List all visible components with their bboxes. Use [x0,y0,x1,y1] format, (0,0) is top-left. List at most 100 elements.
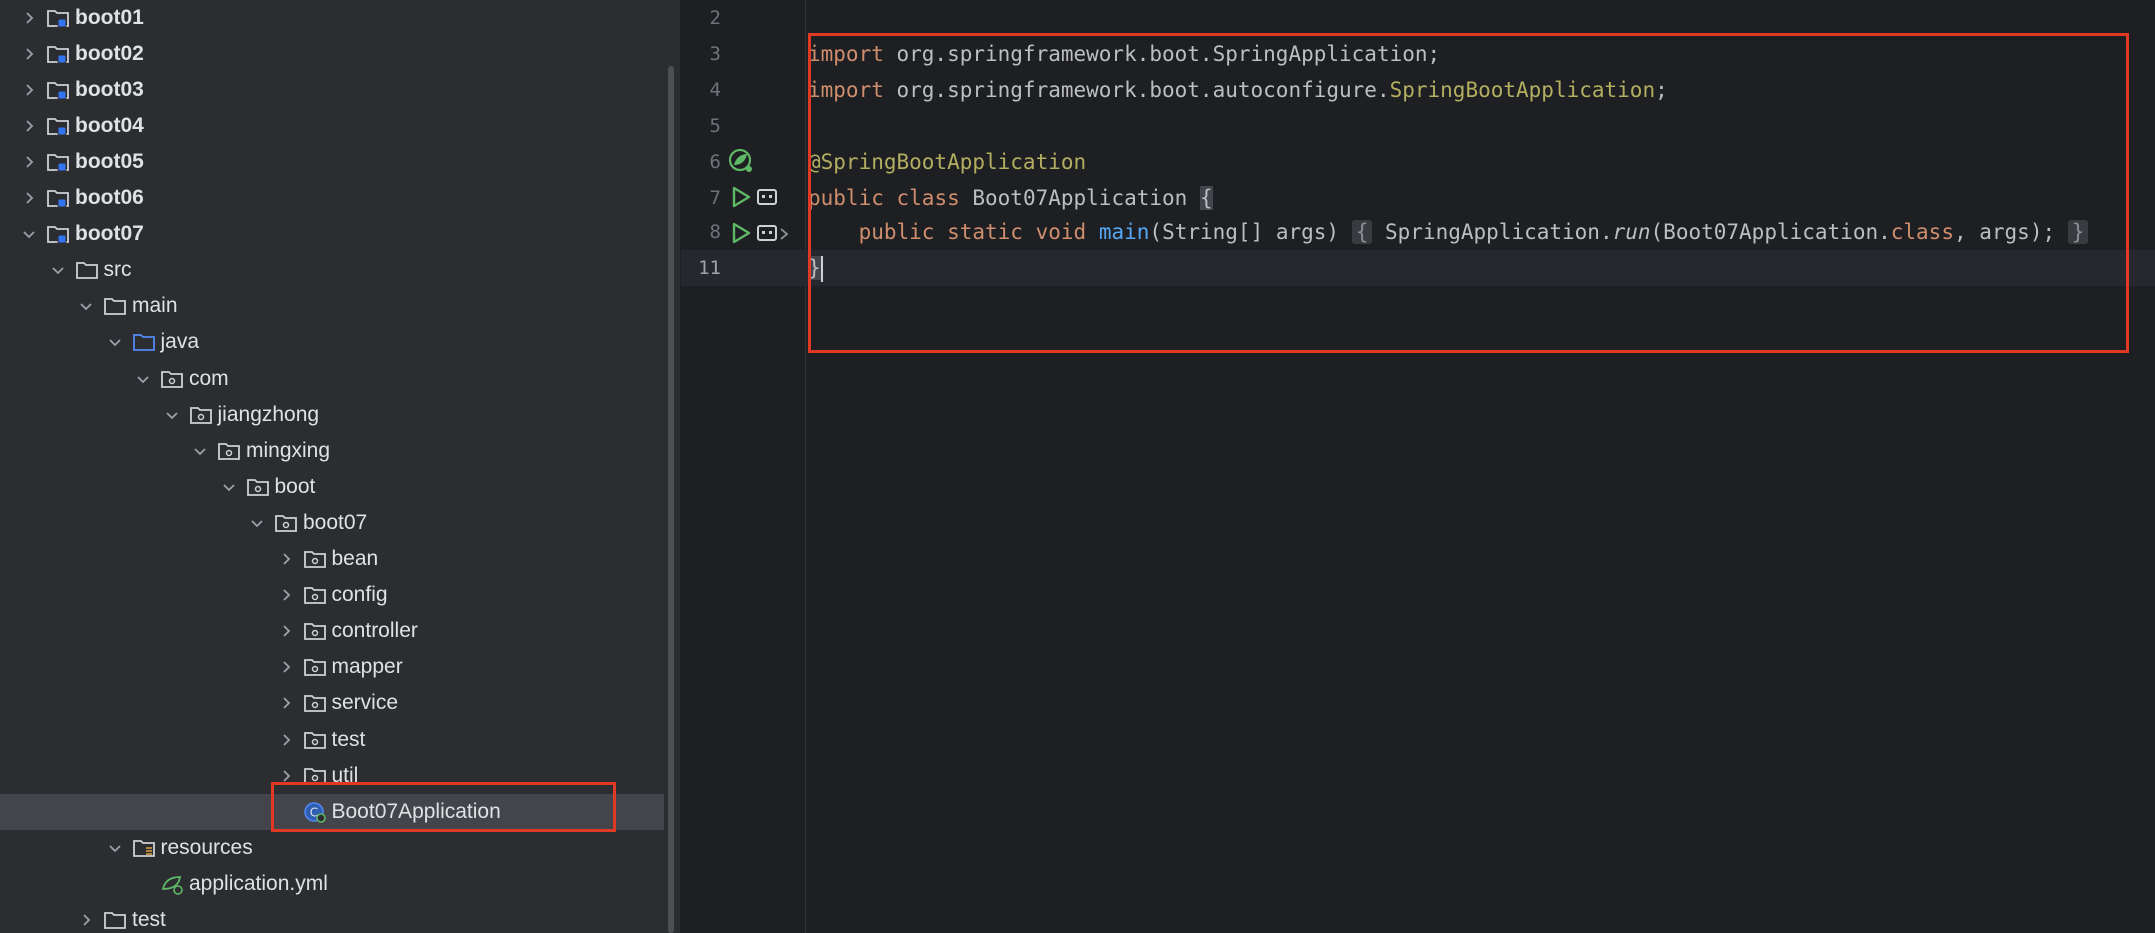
tree-item[interactable]: application.yml [0,866,664,902]
chevron-right-icon[interactable] [275,620,297,642]
keyword: public [808,186,884,210]
source-folder-icon [132,331,156,353]
chevron-right-icon[interactable] [75,909,97,931]
chevron-right-icon[interactable] [18,187,40,209]
tree-item[interactable]: service [0,685,664,721]
tree-item-label: boot07 [303,510,368,534]
tree-item[interactable]: boot [0,469,664,505]
tree-item-label: java [160,330,200,354]
package-icon [246,476,270,498]
chevron-right-icon[interactable] [18,7,40,29]
tree-item-label: test [132,908,166,931]
tree-item-label: src [103,258,132,282]
line-number: 8 [709,221,721,243]
code-text: (Boot07Application. [1650,220,1891,244]
chevron-down-icon[interactable] [104,837,126,859]
chevron-down-icon[interactable] [161,404,183,426]
chevron-right-icon[interactable] [275,729,297,751]
code-text: , args); [1953,220,2056,244]
tree-item-label: jiangzhong [217,402,320,426]
chevron-right-icon[interactable] [18,115,40,137]
folded-region-close[interactable]: } [2067,220,2089,244]
chevron-right-icon[interactable] [18,79,40,101]
tree-item[interactable]: boot07 [0,216,664,252]
static-method-call: run [1612,220,1651,244]
chevron-down-icon[interactable] [47,259,69,281]
chevron-down-icon[interactable] [104,331,126,353]
code-line-8: public static void main(String[] args) {… [808,214,2089,250]
code-line-6: @SpringBootApplication [808,144,1086,180]
chevron-right-icon[interactable] [275,765,297,787]
chevron-down-icon[interactable] [132,368,154,390]
tree-item[interactable]: mapper [0,649,664,685]
run-icon[interactable] [730,186,752,208]
code-text: (String[] args) [1149,220,1352,244]
run-icon[interactable] [730,222,752,244]
chevron-down-icon[interactable] [189,440,211,462]
chevron-right-icon[interactable] [18,151,40,173]
project-tree-panel: boot01 boot02 boot03 boot04 boot05 boot06 boot… [0,0,680,933]
package-icon [303,548,327,570]
chevron-down-icon[interactable] [75,295,97,317]
line-number: 4 [709,79,721,101]
line-number: 5 [709,115,721,137]
chevron-right-icon[interactable] [275,584,297,606]
tree-item-label: main [132,294,178,318]
code-editor[interactable] [806,0,2155,933]
module-folder-icon [46,79,70,101]
tree-item[interactable]: boot06 [0,180,664,216]
module-folder-icon [46,187,70,209]
package-icon [303,729,327,751]
brace-highlight: } [808,256,821,280]
bean-method-icon[interactable] [756,188,778,206]
tree-item[interactable]: boot03 [0,72,664,108]
tree-item[interactable]: test [0,902,664,933]
tree-item[interactable]: mingxing [0,433,664,469]
tree-item[interactable]: boot04 [0,108,664,144]
tree-item[interactable]: com [0,361,664,397]
tree-item[interactable]: main [0,288,664,324]
folder-icon [75,259,99,281]
code-line-11: } [808,250,823,286]
chevron-right-icon[interactable] [275,692,297,714]
tree-item[interactable]: bean [0,541,664,577]
annotation-type: SpringBootApplication [1389,78,1656,102]
chevron-down-icon[interactable] [218,476,240,498]
project-tree-scrollbar[interactable] [668,66,674,933]
tree-item-label: mingxing [246,438,331,462]
current-line-highlight [681,250,2155,286]
tree-item[interactable]: jiangzhong [0,397,664,433]
chevron-right-icon[interactable] [275,656,297,678]
tree-item-label: resources [160,835,253,859]
tree-item[interactable]: controller [0,613,664,649]
tree-item[interactable]: C Boot07Application [0,793,664,830]
tree-item[interactable]: src [0,252,664,288]
spring-bean-icon[interactable] [728,148,754,174]
chevron-right-icon[interactable] [18,43,40,65]
chevron-down-icon[interactable] [18,223,40,245]
tree-item[interactable]: resources [0,830,664,866]
chevron-right-icon[interactable] [275,548,297,570]
tree-item[interactable]: boot07 [0,505,664,541]
tree-item[interactable]: boot05 [0,144,664,180]
code-line-4: import org.springframework.boot.autoconf… [808,72,1668,108]
tree-item[interactable]: config [0,577,664,613]
tree-item-label: boot01 [75,5,144,29]
code-text: org.springframework.boot.SpringApplicati… [883,42,1441,66]
tree-item[interactable]: boot02 [0,36,664,72]
tree-item[interactable]: test [0,722,664,758]
text-caret [820,256,823,282]
folded-region-open[interactable]: { [1351,220,1373,244]
tree-item-label: boot06 [75,186,144,209]
tree-item[interactable]: boot01 [0,0,664,36]
code-line-7: public class Boot07Application { [808,180,1213,216]
annotation: @SpringBootApplication [808,150,1087,174]
tree-item[interactable]: util [0,758,664,794]
tree-item[interactable]: java [0,324,664,360]
tree-item-label: boot04 [75,113,144,137]
chevron-down-icon[interactable] [246,512,268,534]
bean-method-icon[interactable] [756,224,778,242]
package-icon [160,368,184,390]
tree-item-label: com [189,366,229,390]
fold-expand-icon[interactable] [778,227,790,241]
